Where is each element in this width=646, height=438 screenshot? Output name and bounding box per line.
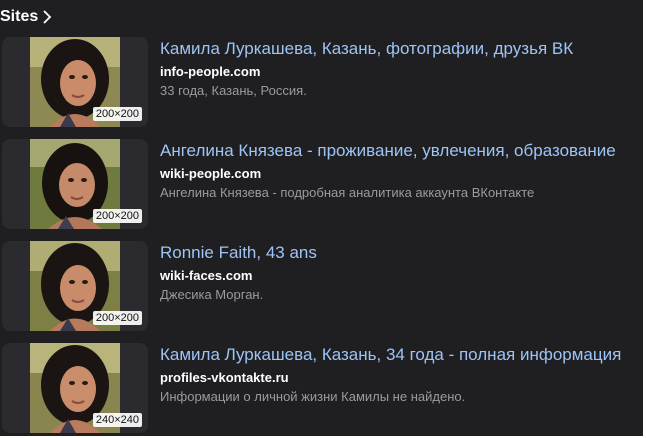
image-size-badge: 200×200 [92, 209, 142, 223]
chevron-right-icon [42, 10, 52, 24]
result-domain-link[interactable]: info-people.com [160, 64, 260, 80]
result-snippet: Ангелина Князева - подробная аналитика а… [160, 185, 535, 200]
result-title-link[interactable]: Ronnie Faith, 43 ans [160, 243, 643, 263]
result-item: 200×200 Ronnie Faith, 43 ans wiki-faces.… [0, 241, 643, 335]
image-size-badge: 200×200 [92, 311, 142, 325]
result-domain-link[interactable]: wiki-people.com [160, 166, 261, 182]
result-title-link[interactable]: Камила Луркашева, Казань, фотографии, др… [160, 39, 643, 59]
sites-header-link[interactable]: Sites [0, 6, 52, 28]
result-title-link[interactable]: Ангелина Князева - проживание, увлечения… [160, 141, 643, 161]
result-thumbnail[interactable]: 200×200 [2, 139, 148, 229]
result-domain-link[interactable]: wiki-faces.com [160, 268, 253, 284]
sites-panel: Sites 200×200 Камила Луркашева, Казань, … [0, 0, 643, 436]
image-size-badge: 200×200 [92, 107, 142, 121]
result-item: 200×200 Камила Луркашева, Казань, фотогр… [0, 37, 643, 131]
result-item: 200×200 Ангелина Князева - проживание, у… [0, 139, 643, 233]
result-snippet: Информации о личной жизни Камилы не найд… [160, 389, 466, 404]
result-thumbnail[interactable]: 200×200 [2, 37, 148, 127]
result-snippet: Джесика Морган. [160, 287, 264, 302]
result-title-link[interactable]: Камила Луркашева, Казань, 34 года - полн… [160, 345, 643, 365]
result-thumbnail[interactable]: 200×200 [2, 241, 148, 331]
result-thumbnail[interactable]: 240×240 [2, 343, 148, 433]
result-snippet: 33 года, Казань, Россия. [160, 83, 307, 98]
image-size-badge: 240×240 [92, 413, 142, 427]
result-item: 240×240 Камила Луркашева, Казань, 34 год… [0, 343, 643, 436]
sites-header-title: Sites [0, 8, 39, 25]
result-domain-link[interactable]: profiles-vkontakte.ru [160, 370, 289, 386]
